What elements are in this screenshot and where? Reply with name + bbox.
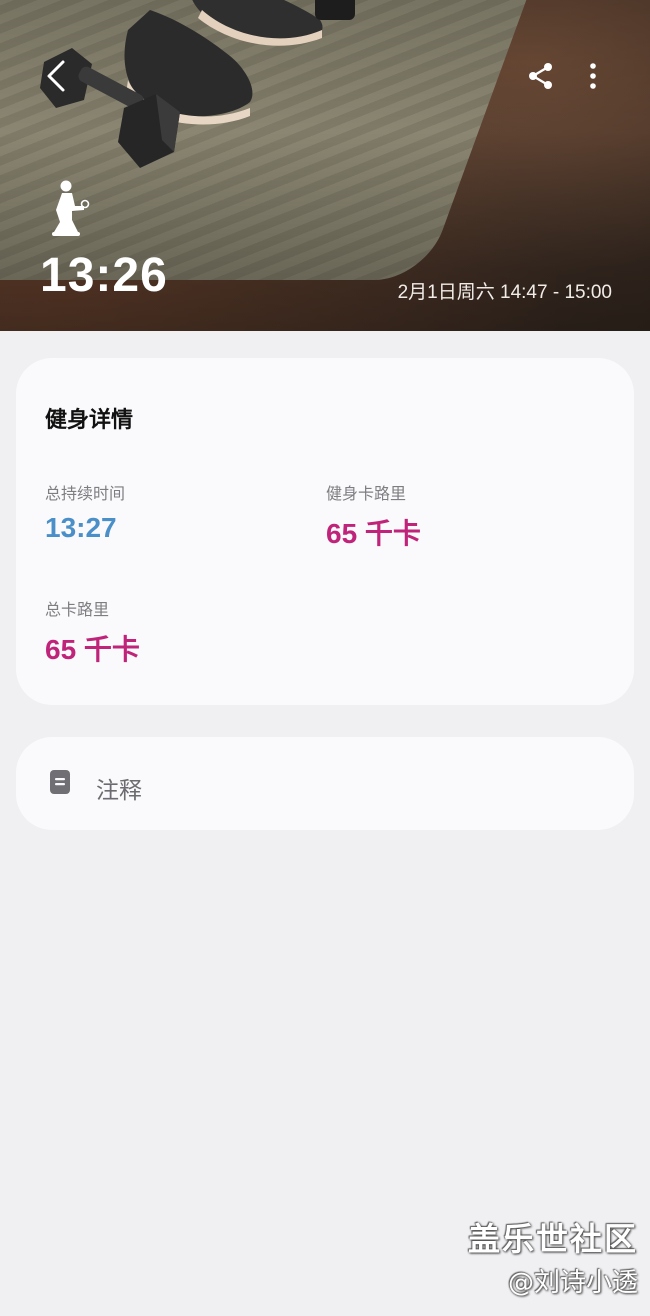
note-icon	[50, 770, 70, 794]
metric-total-duration: 总持续时间 13:27	[45, 480, 125, 544]
metric-workout-calories: 健身卡路里 65 千卡	[326, 480, 421, 552]
share-icon	[529, 63, 552, 89]
metric-label: 健身卡路里	[326, 484, 407, 503]
workout-hero-header: 13:26 2月1日周六 14:47 - 15:00	[0, 0, 650, 331]
metric-value: 65 千卡	[326, 518, 421, 549]
card-title: 健身详情	[45, 408, 134, 433]
squat-exercise-icon	[52, 180, 90, 236]
back-button[interactable]	[34, 54, 78, 98]
metric-label: 总持续时间	[45, 484, 126, 503]
metric-label: 总卡路里	[45, 600, 110, 619]
workout-time-range: 2月1日周六 14:47 - 15:00	[397, 282, 612, 303]
metric-total-calories: 总卡路里 65 千卡	[45, 596, 140, 668]
fitness-details-card: 健身详情 总持续时间 13:27 健身卡路里 65 千卡 总卡路里 65 千卡	[16, 358, 634, 705]
dumbbell-decoration	[40, 48, 180, 168]
share-button[interactable]	[519, 54, 563, 98]
workout-duration: 13:26	[40, 249, 168, 302]
notes-label: 注释	[96, 778, 142, 804]
more-vertical-icon	[590, 63, 596, 89]
more-options-button[interactable]	[571, 54, 615, 98]
chevron-left-icon	[47, 60, 65, 92]
metric-value: 65 千卡	[45, 634, 140, 665]
watermark-author: @刘诗小透	[507, 1268, 638, 1298]
notes-button[interactable]: 注释	[16, 737, 634, 830]
watermark-community: 盖乐世社区	[467, 1220, 638, 1258]
metric-value: 13:27	[45, 512, 117, 543]
